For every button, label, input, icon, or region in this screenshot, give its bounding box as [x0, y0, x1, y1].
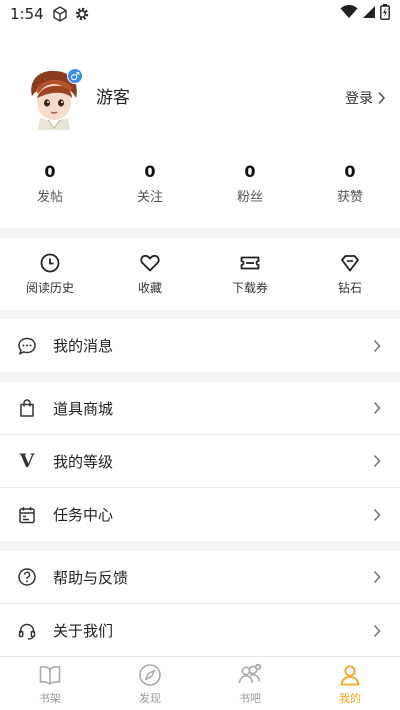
stat-label: 粉丝: [236, 190, 263, 205]
profile-section: ♂ 游客 登录 0 发帖 0 关注 0 粉丝 0 获赞: [0, 28, 400, 228]
menu-item-label: 我的消息: [53, 337, 114, 355]
headset-icon: [17, 621, 37, 641]
menu-group-messages: 我的消息: [0, 319, 400, 372]
menu-item-level[interactable]: V 我的等级: [0, 435, 400, 488]
download-ticket-button[interactable]: 下载券: [200, 238, 300, 310]
shopping-bag-icon: [17, 398, 37, 418]
login-button[interactable]: 登录: [345, 88, 386, 108]
menu-item-label: 道具商城: [53, 399, 114, 418]
diamond-icon: [341, 255, 359, 272]
chevron-right-icon: [378, 91, 386, 105]
tab-discover[interactable]: 发现: [100, 657, 200, 710]
battery-icon: [380, 4, 390, 24]
quick-action-label: 下载券: [231, 281, 268, 295]
question-circle-icon: [17, 567, 37, 587]
stat-value: 0: [244, 162, 256, 181]
stat-value: 0: [144, 162, 156, 181]
tab-label: 书架: [39, 691, 61, 705]
favorites-button[interactable]: 收藏: [100, 238, 200, 310]
login-label: 登录: [345, 91, 373, 107]
heart-icon: [140, 254, 160, 272]
calendar-icon: [17, 505, 37, 525]
tab-book-club[interactable]: 书吧: [200, 657, 300, 710]
chevron-right-icon: [373, 508, 381, 521]
compass-icon: [139, 663, 161, 686]
chevron-right-icon: [373, 339, 381, 352]
stat-label: 关注: [136, 190, 163, 205]
gear-icon: [74, 6, 90, 22]
tab-label: 我的: [339, 691, 361, 705]
status-time: 1:54: [10, 5, 44, 23]
chevron-right-icon: [373, 624, 381, 637]
wifi-icon: [340, 4, 358, 23]
male-gender-icon: ♂: [67, 68, 83, 84]
tab-label: 书吧: [239, 691, 261, 705]
tab-bookshelf[interactable]: 书架: [0, 657, 100, 710]
diamond-button[interactable]: 钻石: [300, 238, 400, 310]
tab-mine[interactable]: 我的: [300, 657, 400, 710]
stat-following[interactable]: 0 关注: [100, 162, 200, 205]
menu-item-label: 帮助与反馈: [53, 568, 129, 587]
quick-actions: 阅读历史 收藏 下载券 钻石: [0, 238, 400, 310]
stat-label: 获赞: [336, 190, 363, 205]
menu-item-messages[interactable]: 我的消息: [0, 319, 400, 372]
chevron-right-icon: [373, 570, 381, 584]
chevron-right-icon: [373, 401, 381, 415]
signal-icon: [362, 5, 376, 23]
menu-item-label: 任务中心: [53, 506, 114, 524]
menu-item-shop[interactable]: 道具商城: [0, 382, 400, 435]
community-icon: [238, 663, 262, 683]
v-level-icon: V: [19, 450, 35, 472]
reading-history-button[interactable]: 阅读历史: [0, 238, 100, 310]
username: 游客: [96, 88, 130, 108]
quick-action-label: 阅读历史: [25, 281, 74, 295]
bottom-tab-bar: 书架 发现 书吧 我的: [0, 656, 400, 710]
stat-posts[interactable]: 0 发帖: [0, 162, 100, 205]
person-icon: [340, 665, 360, 685]
menu-item-about[interactable]: 关于我们: [0, 604, 400, 657]
clock-icon: [40, 253, 60, 273]
stat-label: 发帖: [36, 190, 63, 205]
menu-item-help[interactable]: 帮助与反馈: [0, 551, 400, 604]
quick-action-label: 收藏: [137, 281, 162, 295]
stat-value: 0: [44, 162, 56, 181]
cube-icon: [52, 6, 68, 22]
stat-value: 0: [344, 162, 356, 181]
status-bar: 1:54: [0, 0, 400, 28]
menu-group-support: 帮助与反馈 关于我们: [0, 551, 400, 657]
stat-followers[interactable]: 0 粉丝: [200, 162, 300, 205]
menu-item-label: 关于我们: [53, 622, 114, 640]
chat-bubble-icon: [17, 336, 37, 356]
book-icon: [39, 665, 61, 685]
stats-row: 0 发帖 0 关注 0 粉丝 0 获赞: [0, 162, 400, 205]
chevron-right-icon: [373, 454, 381, 468]
ticket-icon: [240, 256, 260, 270]
menu-item-label: 我的等级: [53, 452, 114, 471]
menu-item-tasks[interactable]: 任务中心: [0, 488, 400, 541]
quick-action-label: 钻石: [337, 281, 362, 295]
menu-group-features: 道具商城 V 我的等级 任务中心: [0, 382, 400, 541]
stat-likes[interactable]: 0 获赞: [300, 162, 400, 205]
tab-label: 发现: [139, 691, 161, 705]
